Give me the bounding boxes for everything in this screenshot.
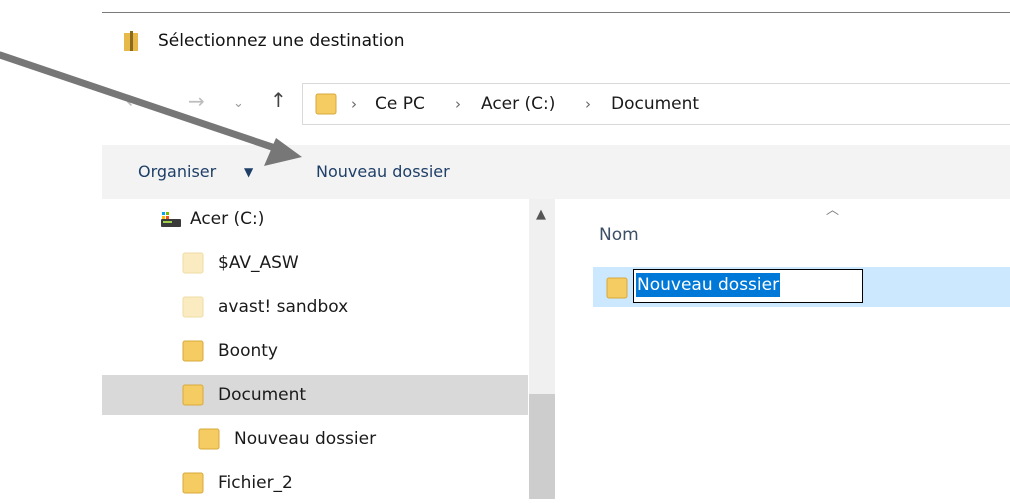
tree-item-acer-c[interactable]: Acer (C:)	[102, 199, 528, 239]
column-header-name[interactable]: Nom	[599, 225, 639, 245]
navigation-pane: Acer (C:) $AV_ASW avast! sandbox Boonty	[102, 199, 529, 499]
breadcrumb-acer-c[interactable]: Acer (C:)	[481, 94, 555, 114]
file-row-new-folder[interactable]: Nouveau dossier	[593, 267, 1010, 307]
tree-item-av-asw[interactable]: $AV_ASW	[102, 243, 528, 283]
command-bar: Organiser ▼ Nouveau dossier	[102, 145, 1010, 199]
breadcrumb-document[interactable]: Document	[611, 94, 699, 114]
folder-icon	[182, 384, 204, 406]
tree-item-nouveau-dossier[interactable]: Nouveau dossier	[102, 419, 528, 459]
rename-selected-text: Nouveau dossier	[636, 273, 781, 297]
folder-icon	[315, 93, 337, 115]
scroll-up-icon[interactable]: ▲	[536, 207, 546, 222]
drive-icon	[161, 212, 181, 227]
tree-item-document[interactable]: Document	[102, 375, 528, 415]
tree-label: Nouveau dossier	[234, 429, 377, 449]
new-folder-button[interactable]: Nouveau dossier	[316, 162, 450, 181]
folder-icon	[182, 296, 204, 318]
scrollbar-thumb[interactable]	[529, 394, 555, 499]
caret-down-icon[interactable]: ▼	[244, 165, 253, 179]
file-list: ︿ Nom Nouveau dossier	[555, 199, 1010, 499]
arrow-left-icon[interactable]: ←	[126, 91, 143, 111]
window-title: Sélectionnez une destination	[158, 31, 405, 51]
tree-item-fichier-2[interactable]: Fichier_2	[102, 463, 528, 503]
rename-input[interactable]: Nouveau dossier	[633, 269, 863, 303]
chevron-right-icon[interactable]: ›	[455, 95, 461, 113]
destination-dialog: Sélectionnez une destination ← → ⌄ ↑ › C…	[102, 12, 1010, 499]
folder-title-icon	[124, 31, 138, 51]
address-bar[interactable]: › Ce PC › Acer (C:) › Document	[302, 83, 1010, 125]
breadcrumb-ce-pc[interactable]: Ce PC	[375, 94, 425, 114]
folder-icon	[182, 252, 204, 274]
organise-menu-button[interactable]: Organiser	[138, 162, 216, 181]
tree-label: Document	[218, 385, 307, 405]
navigation-scrollbar[interactable]: ▲	[529, 199, 555, 499]
title-bar: Sélectionnez une destination	[102, 13, 1010, 71]
chevron-right-icon[interactable]: ›	[351, 95, 357, 113]
tree-label: Boonty	[218, 341, 278, 361]
address-row: ← → ⌄ ↑ › Ce PC › Acer (C:) › Document	[102, 79, 1010, 125]
tree-item-boonty[interactable]: Boonty	[102, 331, 528, 371]
tree-label: Fichier_2	[218, 473, 293, 493]
tree-label: $AV_ASW	[218, 253, 299, 273]
folder-icon	[198, 428, 220, 450]
folder-icon	[182, 340, 204, 362]
folder-icon	[182, 472, 204, 494]
arrow-up-icon[interactable]: ↑	[270, 90, 287, 110]
tree-label: avast! sandbox	[218, 297, 349, 317]
sort-ascending-icon: ︿	[826, 203, 840, 218]
chevron-right-icon[interactable]: ›	[585, 95, 591, 113]
tree-item-avast-sandbox[interactable]: avast! sandbox	[102, 287, 528, 327]
arrow-right-icon[interactable]: →	[188, 91, 205, 111]
folder-icon	[606, 277, 628, 299]
tree-label: Acer (C:)	[190, 209, 265, 229]
chevron-down-icon[interactable]: ⌄	[233, 94, 244, 114]
